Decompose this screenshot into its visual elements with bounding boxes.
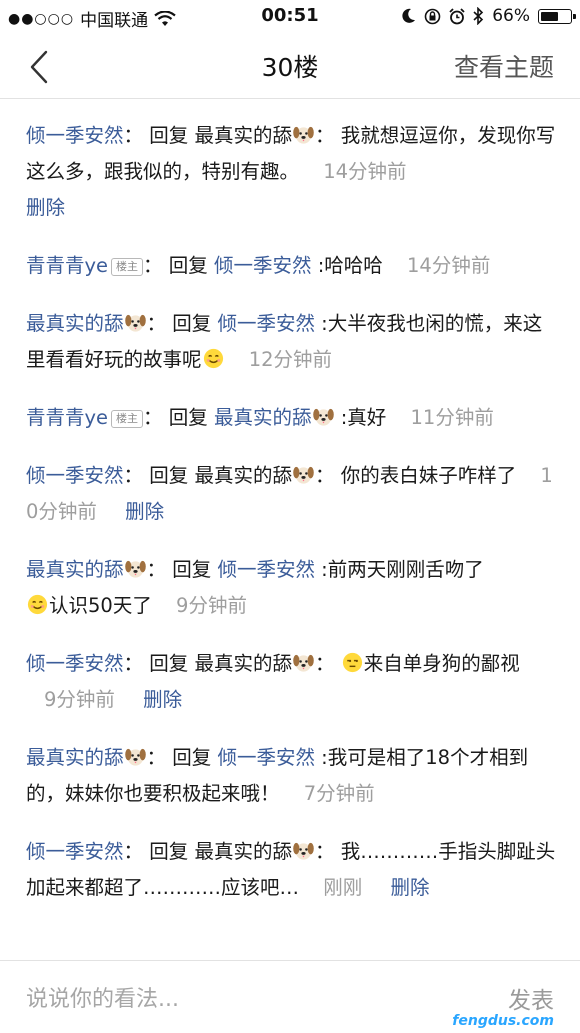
unamused-face-icon — [341, 650, 364, 673]
colon: ： — [143, 406, 163, 429]
view-topic-button[interactable]: 查看主题 — [454, 48, 554, 84]
comment-item[interactable]: 倾一季安然： 回复 最真实的舔： 我就想逗逗你，发现你写这么多，跟我似的，特别有… — [26, 118, 556, 226]
comment-author[interactable]: 倾一季安然 — [26, 652, 124, 675]
comment-time: 刚刚 — [323, 876, 363, 899]
comment-time: 9分钟前 — [176, 594, 247, 617]
reply-word: 回复 — [168, 406, 208, 429]
watermark: fengdus.com — [452, 1013, 554, 1029]
dog-face-icon — [312, 404, 335, 427]
delete-button[interactable]: 删除 — [125, 500, 164, 523]
reply-target: 最真实的舔 — [194, 652, 292, 675]
comment-author[interactable]: 倾一季安然 — [26, 124, 124, 147]
comment-author[interactable]: 倾一季安然 — [26, 464, 124, 487]
comment-list: 倾一季安然： 回复 最真实的舔： 我就想逗逗你，发现你写这么多，跟我似的，特别有… — [26, 118, 556, 928]
comment-time: 9分钟前 — [44, 688, 115, 711]
comment-item[interactable]: 倾一季安然： 回复 最真实的舔： 你的表白妹子咋样了 10分钟前 删除 — [26, 458, 556, 530]
battery-level — [541, 11, 559, 21]
colon: ： — [314, 464, 335, 487]
comment-input[interactable]: 说说你的看法... — [26, 981, 179, 1013]
comment-time: 14分钟前 — [407, 254, 491, 277]
dog-face-icon — [292, 122, 315, 145]
rotation-lock-icon — [424, 8, 441, 24]
alarm-icon — [449, 7, 465, 24]
comment-time: 11分钟前 — [410, 406, 494, 429]
colon: : — [321, 312, 328, 335]
comment-item[interactable]: 最真实的舔： 回复 倾一季安然 :大半夜我也闲的慌，来这里看看好玩的故事呢 12… — [26, 306, 556, 378]
dog-face-icon — [292, 650, 315, 673]
smiling-face-icon — [26, 592, 49, 615]
comment-bar: 说说你的看法... 发表 fengdus.com — [0, 960, 580, 1033]
dog-face-icon — [292, 462, 315, 485]
comment-item[interactable]: 青青青ye 楼主： 回复 最真实的舔 :真好 11分钟前 — [26, 400, 556, 436]
comment-item[interactable]: 最真实的舔 ： 回复 倾一季安然 :前两天刚刚舌吻了 认识50天了 9分钟前 — [26, 552, 556, 624]
moon-icon — [402, 8, 416, 23]
comment-text: 来自单身狗的鄙视 — [363, 652, 520, 675]
colon: ： — [123, 464, 144, 487]
reply-word: 回复 — [149, 840, 189, 863]
reply-word: 回复 — [172, 746, 212, 769]
comment-author[interactable]: 青青青ye — [26, 254, 108, 277]
reply-word: 回复 — [149, 652, 189, 675]
colon: ： — [314, 124, 335, 147]
colon: ： — [123, 124, 144, 147]
send-button[interactable]: 发表 — [508, 981, 554, 1015]
reply-word: 回复 — [149, 464, 189, 487]
op-badge: 楼主 — [111, 410, 144, 428]
delete-button[interactable]: 删除 — [26, 190, 65, 226]
comment-time: 7分钟前 — [303, 782, 375, 805]
comment-text: 哈哈哈 — [324, 254, 383, 277]
comment-time: 14分钟前 — [323, 160, 407, 183]
colon: ： — [123, 840, 144, 863]
reply-word: 回复 — [172, 312, 212, 335]
status-bar: ●●○○○ 中国联通 00:51 66% — [0, 0, 580, 34]
nav-bar: 30楼 查看主题 — [0, 34, 580, 99]
reply-word: 回复 — [149, 124, 189, 147]
bluetooth-icon — [473, 7, 484, 25]
comment-author[interactable]: 青青青ye — [26, 406, 108, 429]
comment-author[interactable]: 倾一季安然 — [26, 840, 124, 863]
colon: ： — [314, 840, 335, 863]
colon: ： — [146, 558, 167, 581]
colon: ： — [314, 652, 335, 675]
colon: ： — [146, 746, 167, 769]
reply-target[interactable]: 倾一季安然 — [217, 558, 315, 581]
colon: : — [321, 746, 328, 769]
colon: ： — [143, 254, 163, 277]
dog-face-icon — [292, 838, 315, 861]
reply-word: 回复 — [168, 254, 208, 277]
dog-face-icon — [124, 556, 147, 579]
reply-target[interactable]: 倾一季安然 — [217, 312, 315, 335]
dog-face-icon — [124, 744, 147, 767]
smiling-face-icon — [202, 346, 225, 369]
reply-target[interactable]: 最真实的舔 — [214, 406, 312, 429]
reply-target[interactable]: 倾一季安然 — [214, 254, 312, 277]
reply-target: 最真实的舔 — [194, 124, 292, 147]
reply-target[interactable]: 倾一季安然 — [217, 746, 315, 769]
dog-face-icon — [124, 310, 147, 333]
op-badge: 楼主 — [111, 258, 144, 276]
comment-item[interactable]: 最真实的舔： 回复 倾一季安然 :我可是相了18个才相到的，妹妹你也要积极起来哦… — [26, 740, 556, 812]
colon: : — [321, 558, 328, 581]
comment-author[interactable]: 最真实的舔 — [26, 558, 124, 581]
comment-item[interactable]: 倾一季安然： 回复 最真实的舔： 我…………手指头脚趾头加起来都超了…………应该… — [26, 834, 556, 906]
comment-author[interactable]: 最真实的舔 — [26, 312, 124, 335]
colon: ： — [123, 652, 144, 675]
comment-text: 真好 — [347, 406, 387, 429]
comment-item[interactable]: 青青青ye 楼主： 回复 倾一季安然 :哈哈哈 14分钟前 — [26, 248, 556, 284]
comment-text: 前两天刚刚舌吻了 — [327, 558, 484, 581]
battery-icon — [538, 8, 576, 24]
reply-target: 最真实的舔 — [194, 464, 292, 487]
comment-text: 你的表白妹子咋样了 — [340, 464, 517, 487]
delete-button[interactable]: 删除 — [143, 688, 182, 711]
reply-word: 回复 — [172, 558, 212, 581]
reply-target: 最真实的舔 — [194, 840, 292, 863]
status-right: 66% — [402, 6, 576, 26]
comment-text-after: 认识50天了 — [49, 594, 152, 617]
battery-percent: 66% — [492, 6, 530, 26]
comment-author[interactable]: 最真实的舔 — [26, 746, 124, 769]
comment-time: 12分钟前 — [248, 348, 333, 371]
delete-button[interactable]: 删除 — [390, 876, 429, 899]
comment-item[interactable]: 倾一季安然： 回复 最真实的舔： 来自单身狗的鄙视 9分钟前 删除 — [26, 646, 556, 718]
colon: ： — [146, 312, 167, 335]
